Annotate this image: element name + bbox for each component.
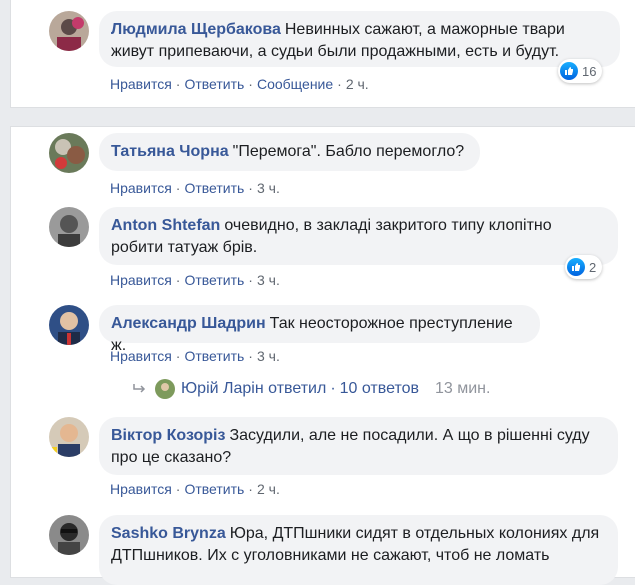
comment-author[interactable]: Людмила Щербакова — [111, 21, 281, 38]
comment-actions: Нравится · Ответить · Сообщение · 2 ч. — [110, 76, 369, 92]
reaction-count[interactable]: 2 — [565, 255, 603, 279]
comment-bubble: Татьяна Чорна "Перемога". Бабло перемогло… — [99, 133, 480, 171]
avatar[interactable] — [49, 305, 89, 345]
comment-time[interactable]: 3 ч. — [257, 272, 280, 288]
comment-bubble: Людмила Щербакова Невинных сажают, а мажо… — [99, 11, 620, 67]
comment-actions: Нравится · Ответить · 2 ч. — [110, 481, 280, 497]
comment-panel: Татьяна Чорна "Перемога". Бабло перемогло… — [10, 126, 635, 585]
reply-button[interactable]: Ответить — [184, 481, 244, 497]
avatar[interactable] — [49, 417, 89, 457]
comment-author[interactable]: Віктор Козоріз — [111, 427, 225, 444]
comment-bubble: Sashko Brynza Юра, ДТПшники сидят в отдел… — [99, 515, 618, 585]
comment-bubble: Anton Shtefan очевидно, в закладі закрито… — [99, 207, 618, 265]
comment-bubble: Віктор Козоріз Засудили, але не посадили.… — [99, 417, 618, 475]
comment-actions: Нравится · Ответить · 3 ч. — [110, 348, 280, 364]
comment-author[interactable]: Александр Шадрин — [111, 315, 266, 332]
reaction-number: 16 — [582, 63, 597, 79]
like-button[interactable]: Нравится — [110, 348, 172, 364]
reaction-number: 2 — [589, 259, 597, 275]
avatar[interactable] — [49, 133, 89, 173]
comment-time[interactable]: 3 ч. — [257, 348, 280, 364]
reply-avatar — [155, 379, 175, 399]
comment-author[interactable]: Anton Shtefan — [111, 217, 220, 234]
comment-actions: Нравится · Ответить · 3 ч. — [110, 180, 280, 196]
comment-time[interactable]: 2 ч. — [346, 76, 369, 92]
reply-button[interactable]: Ответить — [184, 272, 244, 288]
avatar[interactable] — [49, 11, 89, 51]
reply-count: 10 ответов — [339, 380, 419, 397]
comment-text: "Перемога". Бабло перемогло? — [232, 143, 465, 160]
avatar[interactable] — [49, 207, 89, 247]
like-button[interactable]: Нравится — [110, 481, 172, 497]
like-icon — [567, 258, 585, 276]
comment-actions: Нравится · Ответить · 3 ч. — [110, 272, 280, 288]
comment-panel-top: Людмила Щербакова Невинных сажают, а мажо… — [10, 0, 635, 108]
reply-arrow-icon — [133, 384, 146, 393]
reply-time: 13 мин. — [435, 380, 491, 397]
reply-button[interactable]: Ответить — [184, 180, 244, 196]
avatar[interactable] — [49, 515, 89, 555]
like-icon — [560, 62, 578, 80]
like-button[interactable]: Нравится — [110, 76, 172, 92]
view-replies-link[interactable]: Юрій Ларін ответил · 10 ответов 13 мин. — [133, 379, 490, 399]
comment-time[interactable]: 2 ч. — [257, 481, 280, 497]
reaction-count[interactable]: 16 — [558, 59, 603, 83]
comment-author[interactable]: Татьяна Чорна — [111, 143, 229, 160]
like-button[interactable]: Нравится — [110, 272, 172, 288]
reply-button[interactable]: Ответить — [184, 348, 244, 364]
reply-button[interactable]: Ответить — [184, 76, 244, 92]
comment-bubble: Александр Шадрин Так неосторожное преступ… — [99, 305, 540, 354]
comment-time[interactable]: 3 ч. — [257, 180, 280, 196]
message-button[interactable]: Сообщение — [257, 76, 333, 92]
reply-user: Юрій Ларін — [181, 380, 264, 397]
like-button[interactable]: Нравится — [110, 180, 172, 196]
comment-author[interactable]: Sashko Brynza — [111, 525, 226, 542]
reply-verb: ответил — [268, 380, 327, 397]
